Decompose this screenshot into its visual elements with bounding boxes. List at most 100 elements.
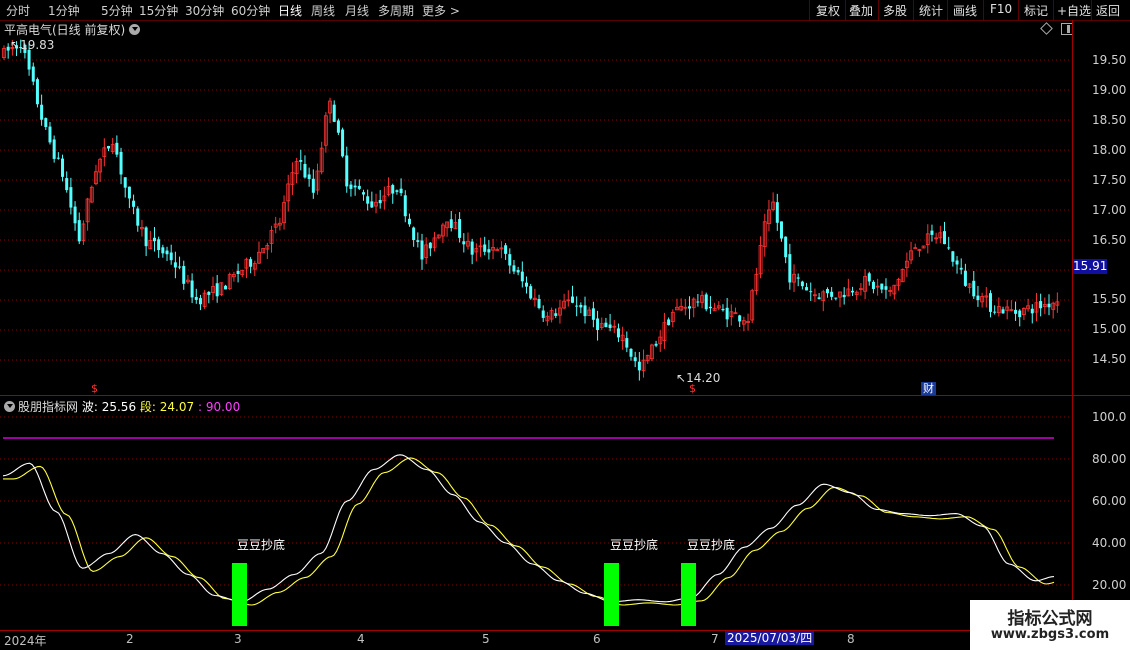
- candle-body: [830, 291, 834, 297]
- candle-body: [73, 206, 77, 224]
- y-tick: 17.50: [1092, 173, 1127, 187]
- candle-body: [629, 348, 633, 357]
- signal-label: 豆豆抄底: [237, 538, 286, 552]
- candle-body: [943, 231, 946, 245]
- candle-body: [416, 240, 420, 242]
- candle-body: [311, 178, 315, 193]
- candle-body: [508, 254, 512, 266]
- candle-body: [56, 157, 60, 159]
- level-label: :: [197, 400, 203, 414]
- x-label: 7: [711, 632, 719, 646]
- candle-body: [1030, 308, 1034, 314]
- candle-body: [65, 178, 69, 191]
- candle-body: [616, 328, 620, 338]
- candle-body: [504, 245, 508, 254]
- candle-body: [52, 139, 56, 159]
- candle-body: [470, 241, 474, 255]
- candle-body: [207, 291, 211, 295]
- y-tick: 16.50: [1092, 233, 1127, 247]
- candle-body: [825, 289, 829, 294]
- candle-body: [399, 188, 403, 194]
- candle-body: [976, 295, 980, 301]
- indicator-title: 股朋指标网 波: 25.56 段: 24.07 : 90.00: [4, 398, 240, 415]
- wave-value: 25.56: [101, 400, 137, 414]
- candle-body: [462, 241, 466, 245]
- candle-body: [161, 247, 165, 254]
- candle-body: [842, 294, 846, 298]
- candle-body: [69, 187, 73, 208]
- candle-body: [303, 163, 307, 178]
- candle-body: [483, 244, 487, 252]
- watermark-url: www.zbgs3.com: [990, 627, 1110, 642]
- candle-body: [487, 249, 491, 253]
- panel-divider: [0, 395, 1130, 396]
- low-price-label: ↖14.20: [676, 371, 721, 385]
- xaxis-divider: [0, 630, 1130, 631]
- candle-body: [583, 305, 587, 317]
- signal-label: 豆豆抄底: [687, 538, 736, 552]
- high-price-label: ↖19.83: [10, 38, 55, 52]
- candle-body: [341, 129, 345, 157]
- watermark-logo: 指标公式网 www.zbgs3.com: [970, 600, 1130, 650]
- candle-body: [403, 195, 407, 217]
- candle-body: [391, 185, 395, 194]
- candle-body: [127, 186, 131, 199]
- candle-body: [817, 297, 821, 300]
- ind-y-tick: 80.00: [1092, 452, 1127, 466]
- candle-body: [788, 254, 792, 283]
- y-tick: 15.50: [1092, 292, 1127, 306]
- candle-body: [1047, 303, 1051, 308]
- candle-body: [224, 285, 228, 290]
- candle-body: [449, 219, 453, 229]
- wave-line: [2, 454, 1055, 603]
- candle-body: [115, 142, 119, 155]
- candle-body: [173, 262, 177, 268]
- candle-body: [249, 259, 253, 267]
- candle-body: [31, 66, 35, 82]
- candle-body: [182, 266, 186, 284]
- candle-body: [1018, 310, 1022, 318]
- candle-body: [152, 237, 156, 242]
- candle-body: [988, 293, 992, 312]
- candle-body: [307, 174, 311, 180]
- candle-body: [44, 118, 48, 128]
- candle-body: [575, 305, 579, 307]
- candle-body: [107, 145, 110, 149]
- candle-body: [395, 190, 399, 192]
- signal-bar: [681, 563, 696, 626]
- candle-body: [458, 219, 462, 238]
- y-tick: 19.00: [1092, 83, 1127, 97]
- candle-body: [512, 265, 516, 272]
- candle-body: [784, 236, 788, 258]
- finance-event-marker[interactable]: 财: [921, 382, 936, 395]
- candle-body: [136, 208, 140, 226]
- candle-body: [805, 287, 809, 291]
- candle-body: [332, 104, 336, 122]
- kline-chart[interactable]: [0, 0, 1130, 650]
- candle-body: [370, 201, 374, 208]
- candle-body: [132, 200, 136, 207]
- s-marker: $: [91, 382, 98, 395]
- candle-body: [336, 120, 340, 133]
- y-tick: 15.00: [1092, 322, 1127, 336]
- candle-body: [40, 104, 44, 120]
- candle-body: [357, 185, 361, 189]
- x-label: 4: [357, 632, 365, 646]
- candle-body: [570, 296, 574, 303]
- y-tick: 18.00: [1092, 143, 1127, 157]
- cursor-date-tag: 2025/07/03/四: [725, 631, 815, 645]
- candle-body: [880, 283, 884, 290]
- candle-body: [796, 277, 800, 279]
- candle-body: [633, 357, 637, 362]
- segment-label: 段:: [139, 400, 156, 414]
- candle-body: [529, 286, 533, 299]
- x-label: 5: [482, 632, 490, 646]
- y-tick: 18.50: [1092, 113, 1127, 127]
- candle-body: [378, 200, 382, 204]
- candle-body: [194, 296, 198, 300]
- candle-body: [299, 160, 303, 162]
- signal-bar: [232, 563, 247, 626]
- candle-body: [779, 221, 783, 239]
- indicator-dropdown-icon[interactable]: [4, 401, 15, 412]
- candle-body: [625, 338, 629, 348]
